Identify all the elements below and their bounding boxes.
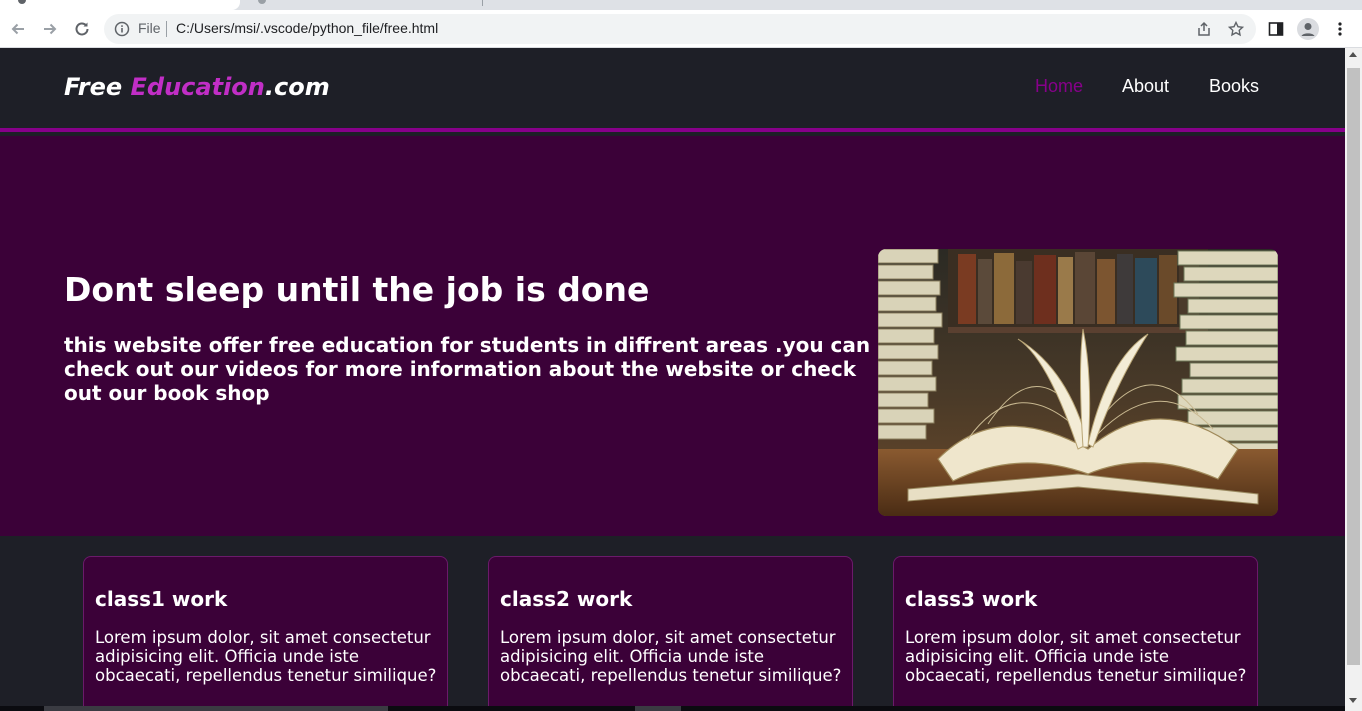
nav-home-link[interactable]: Home xyxy=(1035,76,1083,97)
taskbar-item xyxy=(635,706,681,711)
scroll-down-arrow-icon[interactable] xyxy=(1349,698,1357,703)
forward-button[interactable] xyxy=(36,15,64,43)
nav-books-link[interactable]: Books xyxy=(1209,76,1259,97)
side-panel-icon xyxy=(1268,22,1284,36)
profile-button[interactable] xyxy=(1294,15,1322,43)
class-card[interactable]: class1 work Lorem ipsum dolor, sit amet … xyxy=(83,556,448,711)
address-divider xyxy=(166,21,167,37)
hero-section: Dont sleep until the job is done this we… xyxy=(0,136,1345,536)
address-bar[interactable]: File C:/Users/msi/.vscode/python_file/fr… xyxy=(104,14,1256,44)
more-vertical-icon xyxy=(1338,22,1342,36)
address-url-text[interactable]: C:/Users/msi/.vscode/python_file/free.ht… xyxy=(176,20,438,36)
tab-favicon-icon xyxy=(258,0,266,4)
hero-title: Dont sleep until the job is done xyxy=(64,270,650,309)
share-icon[interactable] xyxy=(1196,21,1212,37)
arrow-left-icon xyxy=(11,23,24,35)
site-header: Free Education.com Home About Books xyxy=(0,48,1345,132)
menu-button[interactable] xyxy=(1326,15,1354,43)
taskbar-edge xyxy=(0,706,1345,711)
site-logo[interactable]: Free Education.com xyxy=(64,73,330,101)
info-icon[interactable] xyxy=(114,21,130,37)
arrow-right-icon xyxy=(44,23,57,35)
hero-description: this website offer free education for st… xyxy=(64,333,871,405)
card-title: class2 work xyxy=(500,587,633,611)
hero-books-image xyxy=(878,249,1278,516)
back-button[interactable] xyxy=(4,15,32,43)
card-title: class1 work xyxy=(95,587,228,611)
card-text: Lorem ipsum dolor, sit amet consectetur … xyxy=(905,628,1247,685)
nav-about-link[interactable]: About xyxy=(1122,76,1169,97)
class-card[interactable]: class3 work Lorem ipsum dolor, sit amet … xyxy=(893,556,1258,711)
bookmark-star-icon[interactable] xyxy=(1228,21,1244,37)
open-book-illustration xyxy=(878,249,1278,516)
logo-part-com: .com xyxy=(264,73,330,101)
page-scrollbar[interactable] xyxy=(1345,48,1362,711)
reload-icon xyxy=(75,22,89,36)
reload-button[interactable] xyxy=(68,15,96,43)
side-panel-button[interactable] xyxy=(1262,15,1290,43)
taskbar-item xyxy=(44,706,388,711)
scroll-up-arrow-icon[interactable] xyxy=(1349,52,1357,57)
address-scheme-label: File xyxy=(138,20,161,36)
logo-part-free: Free xyxy=(64,73,131,101)
scrollbar-thumb[interactable] xyxy=(1347,68,1360,665)
browser-tab-strip xyxy=(0,0,1362,10)
avatar-icon xyxy=(1297,18,1319,40)
card-title: class3 work xyxy=(905,587,1038,611)
cards-section: class1 work Lorem ipsum dolor, sit amet … xyxy=(0,536,1345,711)
card-text: Lorem ipsum dolor, sit amet consectetur … xyxy=(95,628,437,685)
class-card[interactable]: class2 work Lorem ipsum dolor, sit amet … xyxy=(488,556,853,711)
tab-separator xyxy=(482,0,483,6)
browser-toolbar: File C:/Users/msi/.vscode/python_file/fr… xyxy=(0,10,1362,48)
page-viewport: Free Education.com Home About Books Dont… xyxy=(0,48,1345,711)
card-text: Lorem ipsum dolor, sit amet consectetur … xyxy=(500,628,842,685)
logo-part-education: Education xyxy=(130,73,265,101)
browser-tab-active[interactable] xyxy=(0,0,240,10)
